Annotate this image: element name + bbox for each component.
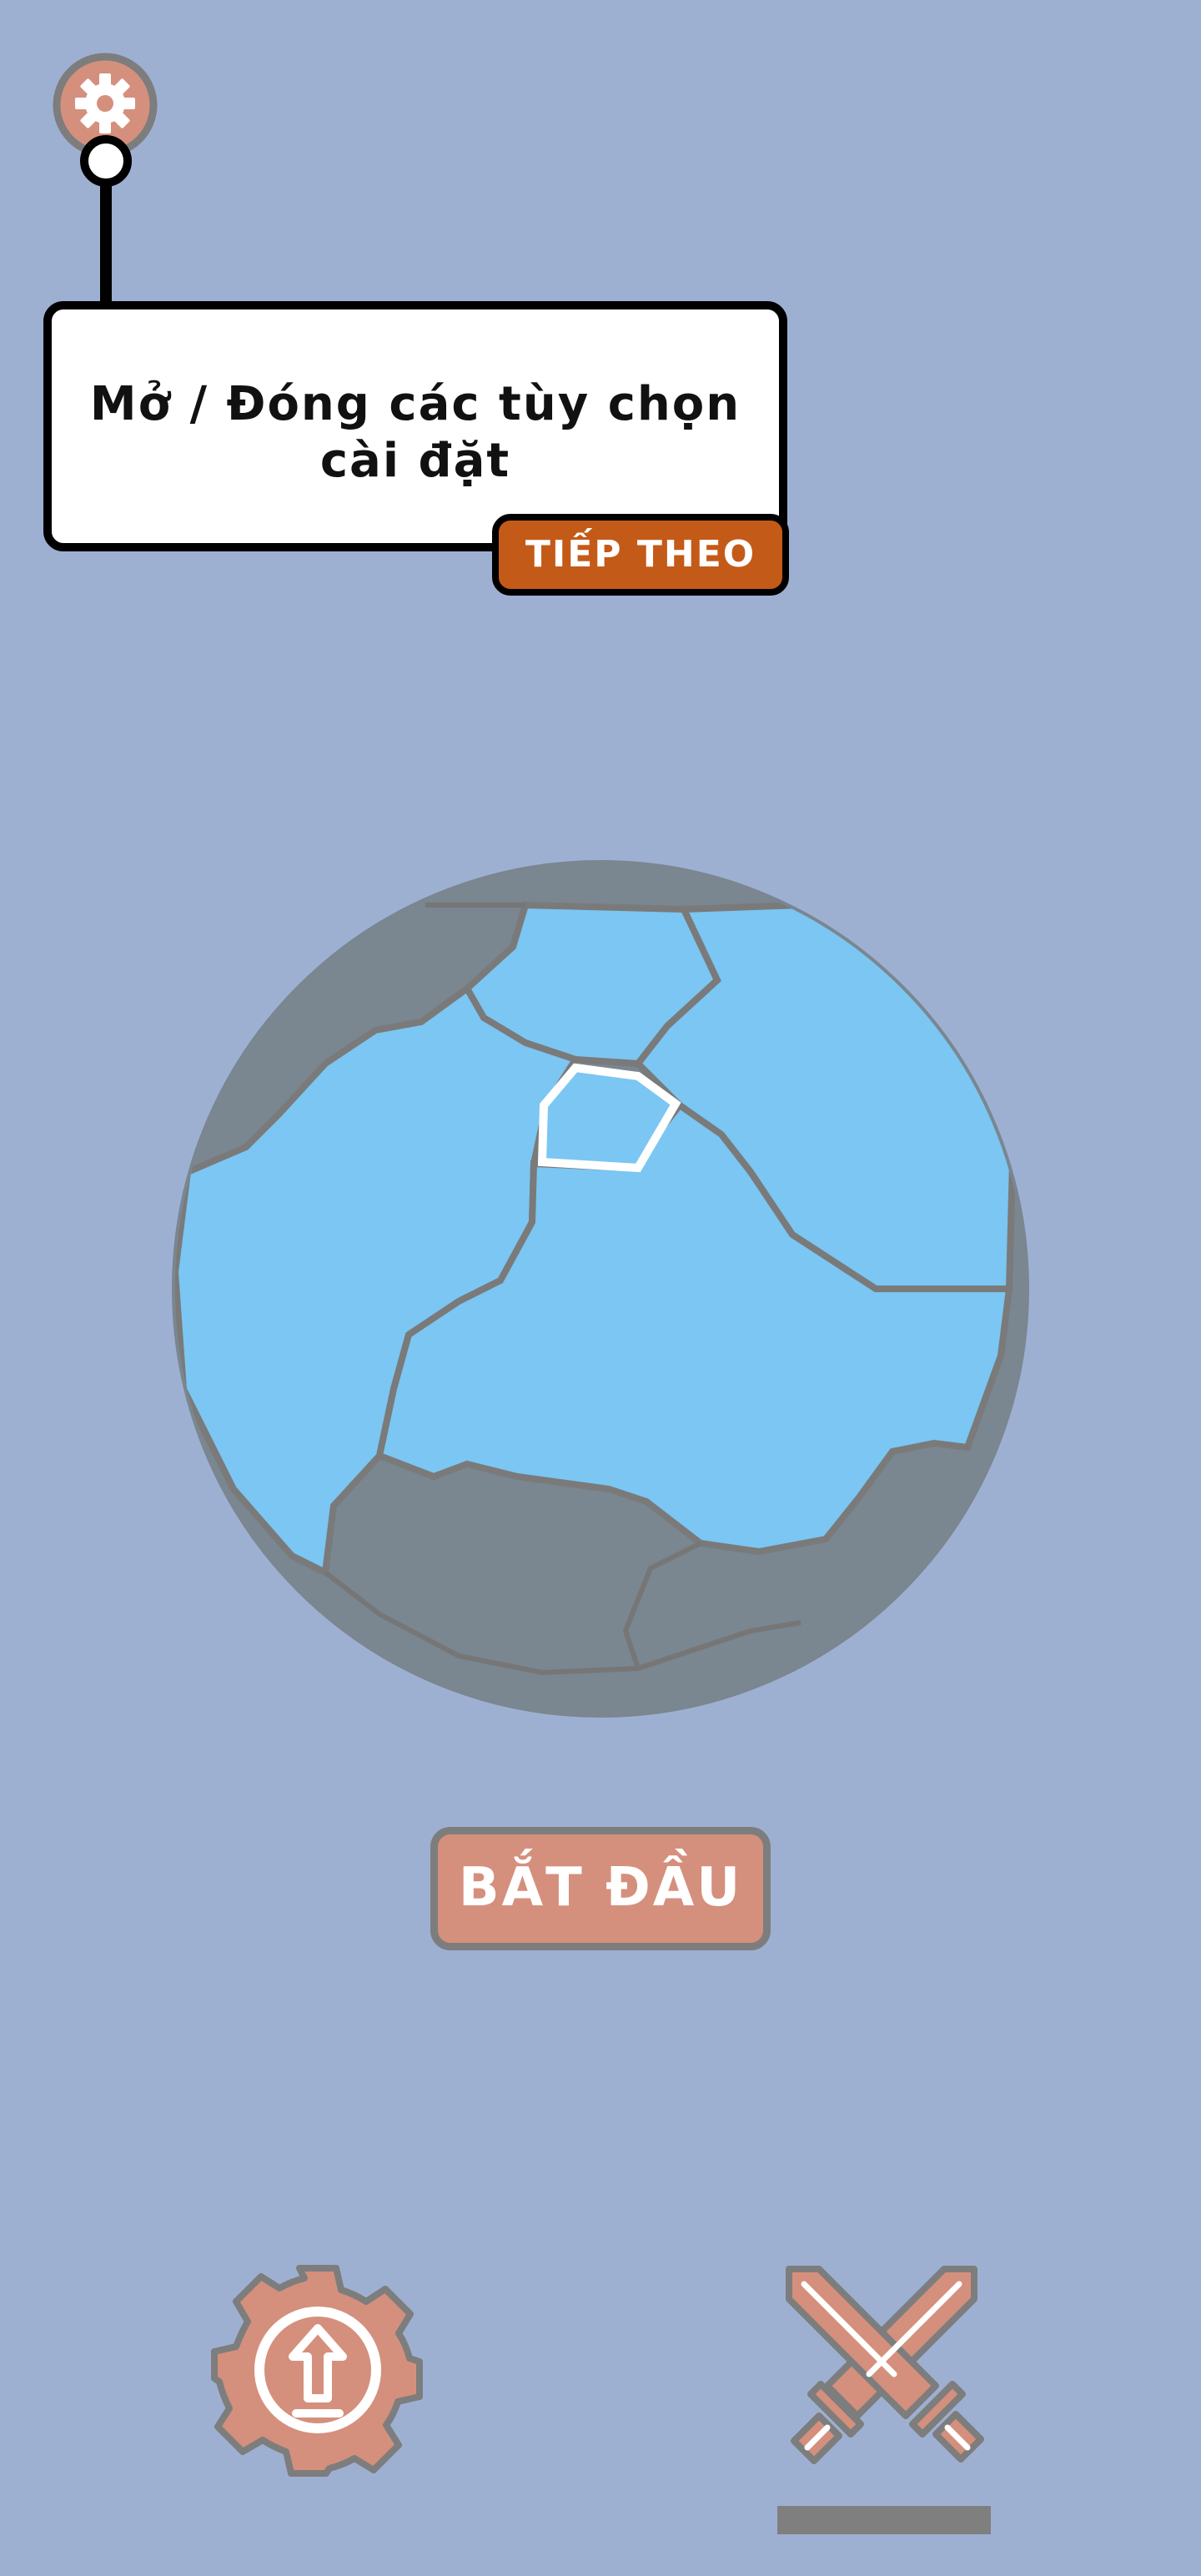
gear-upgrade-icon <box>211 2265 423 2477</box>
next-button[interactable]: TIẾP THEO <box>492 514 789 596</box>
start-button[interactable]: BẮT ĐẦU <box>430 1827 771 1950</box>
nav-upgrade-tab[interactable] <box>207 2259 429 2481</box>
active-tab-indicator <box>777 2506 991 2534</box>
tooltip-pin <box>80 135 132 187</box>
game-screen: Mở / Đóng các tùy chọn cài đặt TIẾP THEO <box>0 0 1201 2576</box>
nav-battle-tab[interactable] <box>777 2259 996 2478</box>
tutorial-message: Mở / Đóng các tùy chọn cài đặt <box>89 377 741 488</box>
crossed-swords-icon <box>786 2266 984 2464</box>
world-globe <box>172 860 1029 1718</box>
